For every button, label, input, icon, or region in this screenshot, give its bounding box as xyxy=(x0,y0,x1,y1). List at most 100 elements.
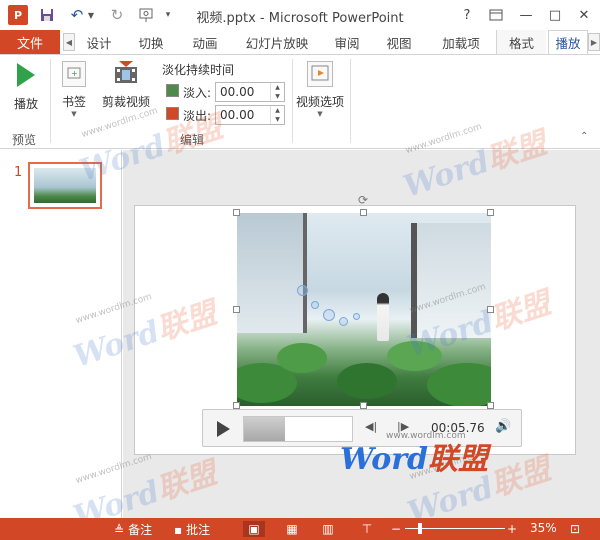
tab-slide-show[interactable]: 幻灯片放映 xyxy=(240,30,314,54)
powerpoint-logo-icon: P xyxy=(8,5,28,25)
video-scene-leaf xyxy=(427,363,491,406)
fade-in-spin-arrows-icon[interactable]: ▲ ▼ xyxy=(270,83,284,101)
tab-add-ins[interactable]: 加载项 xyxy=(432,30,490,54)
video-frame[interactable] xyxy=(237,213,491,406)
media-back-icon[interactable]: ◀| xyxy=(365,420,377,433)
tab-playback[interactable]: 播放 xyxy=(548,30,588,54)
play-preview-button[interactable]: 播放 xyxy=(8,63,44,112)
resize-handle[interactable] xyxy=(233,402,240,409)
svg-text:+: + xyxy=(71,69,78,78)
minimize-button[interactable]: — xyxy=(514,3,538,27)
video-scene-figure xyxy=(377,293,389,341)
bookmark-label: 书签 xyxy=(61,95,86,109)
fade-in-label: 淡入: xyxy=(183,86,212,100)
ribbon-tabs: 文件 ◀ 设计 切换 动画 幻灯片放映 审阅 视图 加载项 格式 播放 ▶ xyxy=(0,30,600,54)
tab-transitions[interactable]: 切换 xyxy=(130,30,172,54)
close-button[interactable]: ✕ xyxy=(572,3,596,27)
tab-review[interactable]: 审阅 xyxy=(326,30,368,54)
fade-out-spin-arrows-icon[interactable]: ▲ ▼ xyxy=(270,106,284,124)
normal-view-icon[interactable]: ▣ xyxy=(243,521,265,537)
comments-icon: ▪ xyxy=(174,522,183,537)
tab-animations[interactable]: 动画 xyxy=(184,30,226,54)
resize-handle[interactable] xyxy=(487,402,494,409)
resize-handle[interactable] xyxy=(360,209,367,216)
play-icon xyxy=(17,63,35,87)
customize-toolbar-icon[interactable]: ▾ xyxy=(162,5,174,25)
title-bar: P ↶ ▼ ↻ ▾ 视频.pptx - Microsoft PowerPoint… xyxy=(0,0,600,30)
trim-video-label: 剪裁视频 xyxy=(101,95,150,109)
status-bar: ≜ 备注 ▪ 批注 ▣ ▦ ▥ ⊤ − + 35% ⊡ xyxy=(0,518,600,540)
video-scene-wall xyxy=(411,223,491,338)
video-scene-bubble xyxy=(339,317,348,326)
fade-out-label: 淡出: xyxy=(183,109,212,123)
resize-handle[interactable] xyxy=(487,306,494,313)
video-scene-leaf xyxy=(277,343,327,373)
fade-in-spinner[interactable]: 00.00 ▲ ▼ xyxy=(215,82,285,102)
fade-out-spinner[interactable]: 00.00 ▲ ▼ xyxy=(215,105,285,125)
resize-handle[interactable] xyxy=(487,209,494,216)
video-scene-bubble xyxy=(323,309,335,321)
video-options-dropdown-icon: ▼ xyxy=(317,110,323,118)
tab-format[interactable]: 格式 xyxy=(496,30,546,54)
reading-view-icon[interactable]: ▥ xyxy=(320,521,336,537)
ribbon-playback: 播放 预览 + 书签 ▼ 剪裁视频 淡化持续时间 淡入: 00.00 ▲ ▼ 淡出… xyxy=(0,54,600,149)
slide-thumbnail[interactable] xyxy=(28,162,102,209)
undo-icon[interactable]: ↶ xyxy=(68,5,86,25)
tab-scroll-right-icon[interactable]: ▶ xyxy=(588,33,600,51)
zoom-level[interactable]: 35% xyxy=(530,521,557,535)
group-divider xyxy=(350,59,351,143)
restore-button[interactable]: □ xyxy=(543,3,567,27)
resize-handle[interactable] xyxy=(360,402,367,409)
tab-scroll-left-icon[interactable]: ◀ xyxy=(63,33,75,51)
video-scene-bubble xyxy=(311,301,319,309)
zoom-out-icon[interactable]: − xyxy=(388,521,404,537)
media-volume-icon[interactable]: 🔊 xyxy=(495,419,511,434)
group-divider xyxy=(50,59,51,143)
media-play-icon[interactable] xyxy=(217,421,230,437)
save-icon[interactable] xyxy=(38,5,56,25)
video-options-button[interactable]: 视频选项 ▼ xyxy=(294,61,346,118)
fit-to-window-icon[interactable]: ⊡ xyxy=(567,521,583,537)
undo-dropdown-icon[interactable]: ▼ xyxy=(86,5,96,25)
video-scene-wall xyxy=(237,213,307,333)
start-from-beginning-icon[interactable] xyxy=(136,5,156,25)
play-preview-label: 播放 xyxy=(13,97,38,111)
fade-duration-title: 淡化持续时间 xyxy=(162,63,235,77)
tab-view[interactable]: 视图 xyxy=(378,30,420,54)
comments-label: 批注 xyxy=(186,523,211,537)
group-divider xyxy=(292,59,293,143)
zoom-in-icon[interactable]: + xyxy=(504,521,520,537)
resize-handle[interactable] xyxy=(233,306,240,313)
video-options-label: 视频选项 xyxy=(295,95,344,109)
comments-button[interactable]: ▪ 批注 xyxy=(174,521,210,538)
collapse-ribbon-icon[interactable]: ⌃ xyxy=(580,131,588,142)
trim-video-button[interactable]: 剪裁视频 xyxy=(98,61,154,110)
video-options-icon xyxy=(307,61,333,87)
video-scene-bubble xyxy=(297,285,308,296)
media-progress-bar[interactable] xyxy=(243,416,353,442)
fade-out-value[interactable]: 00.00 xyxy=(220,108,254,122)
slide-sorter-view-icon[interactable]: ▦ xyxy=(284,521,300,537)
media-progress-fill xyxy=(244,417,286,441)
slide-show-view-icon[interactable]: ⊤ xyxy=(359,521,375,537)
video-scene-leaf xyxy=(337,363,397,399)
zoom-slider-thumb[interactable] xyxy=(418,523,422,534)
tab-file[interactable]: 文件 xyxy=(0,30,60,54)
group-label-preview: 预览 xyxy=(12,133,37,147)
resize-handle[interactable] xyxy=(233,209,240,216)
tab-design[interactable]: 设计 xyxy=(78,30,120,54)
bookmark-icon: + xyxy=(62,61,86,87)
rotate-handle-icon[interactable]: ⟳ xyxy=(358,193,368,207)
trim-video-icon xyxy=(113,61,139,87)
redo-icon[interactable]: ↻ xyxy=(108,5,126,25)
fade-out-icon xyxy=(166,107,179,120)
fade-in-icon xyxy=(166,84,179,97)
help-button[interactable]: ? xyxy=(455,3,479,27)
notes-label: 备注 xyxy=(128,523,153,537)
ribbon-display-options-icon[interactable] xyxy=(484,3,508,27)
bookmark-button[interactable]: + 书签 ▼ xyxy=(56,61,92,118)
slide-number: 1 xyxy=(14,165,23,180)
group-label-editing: 编辑 xyxy=(180,133,205,147)
fade-in-value[interactable]: 00.00 xyxy=(220,85,254,99)
notes-button[interactable]: ≜ 备注 xyxy=(114,521,152,538)
